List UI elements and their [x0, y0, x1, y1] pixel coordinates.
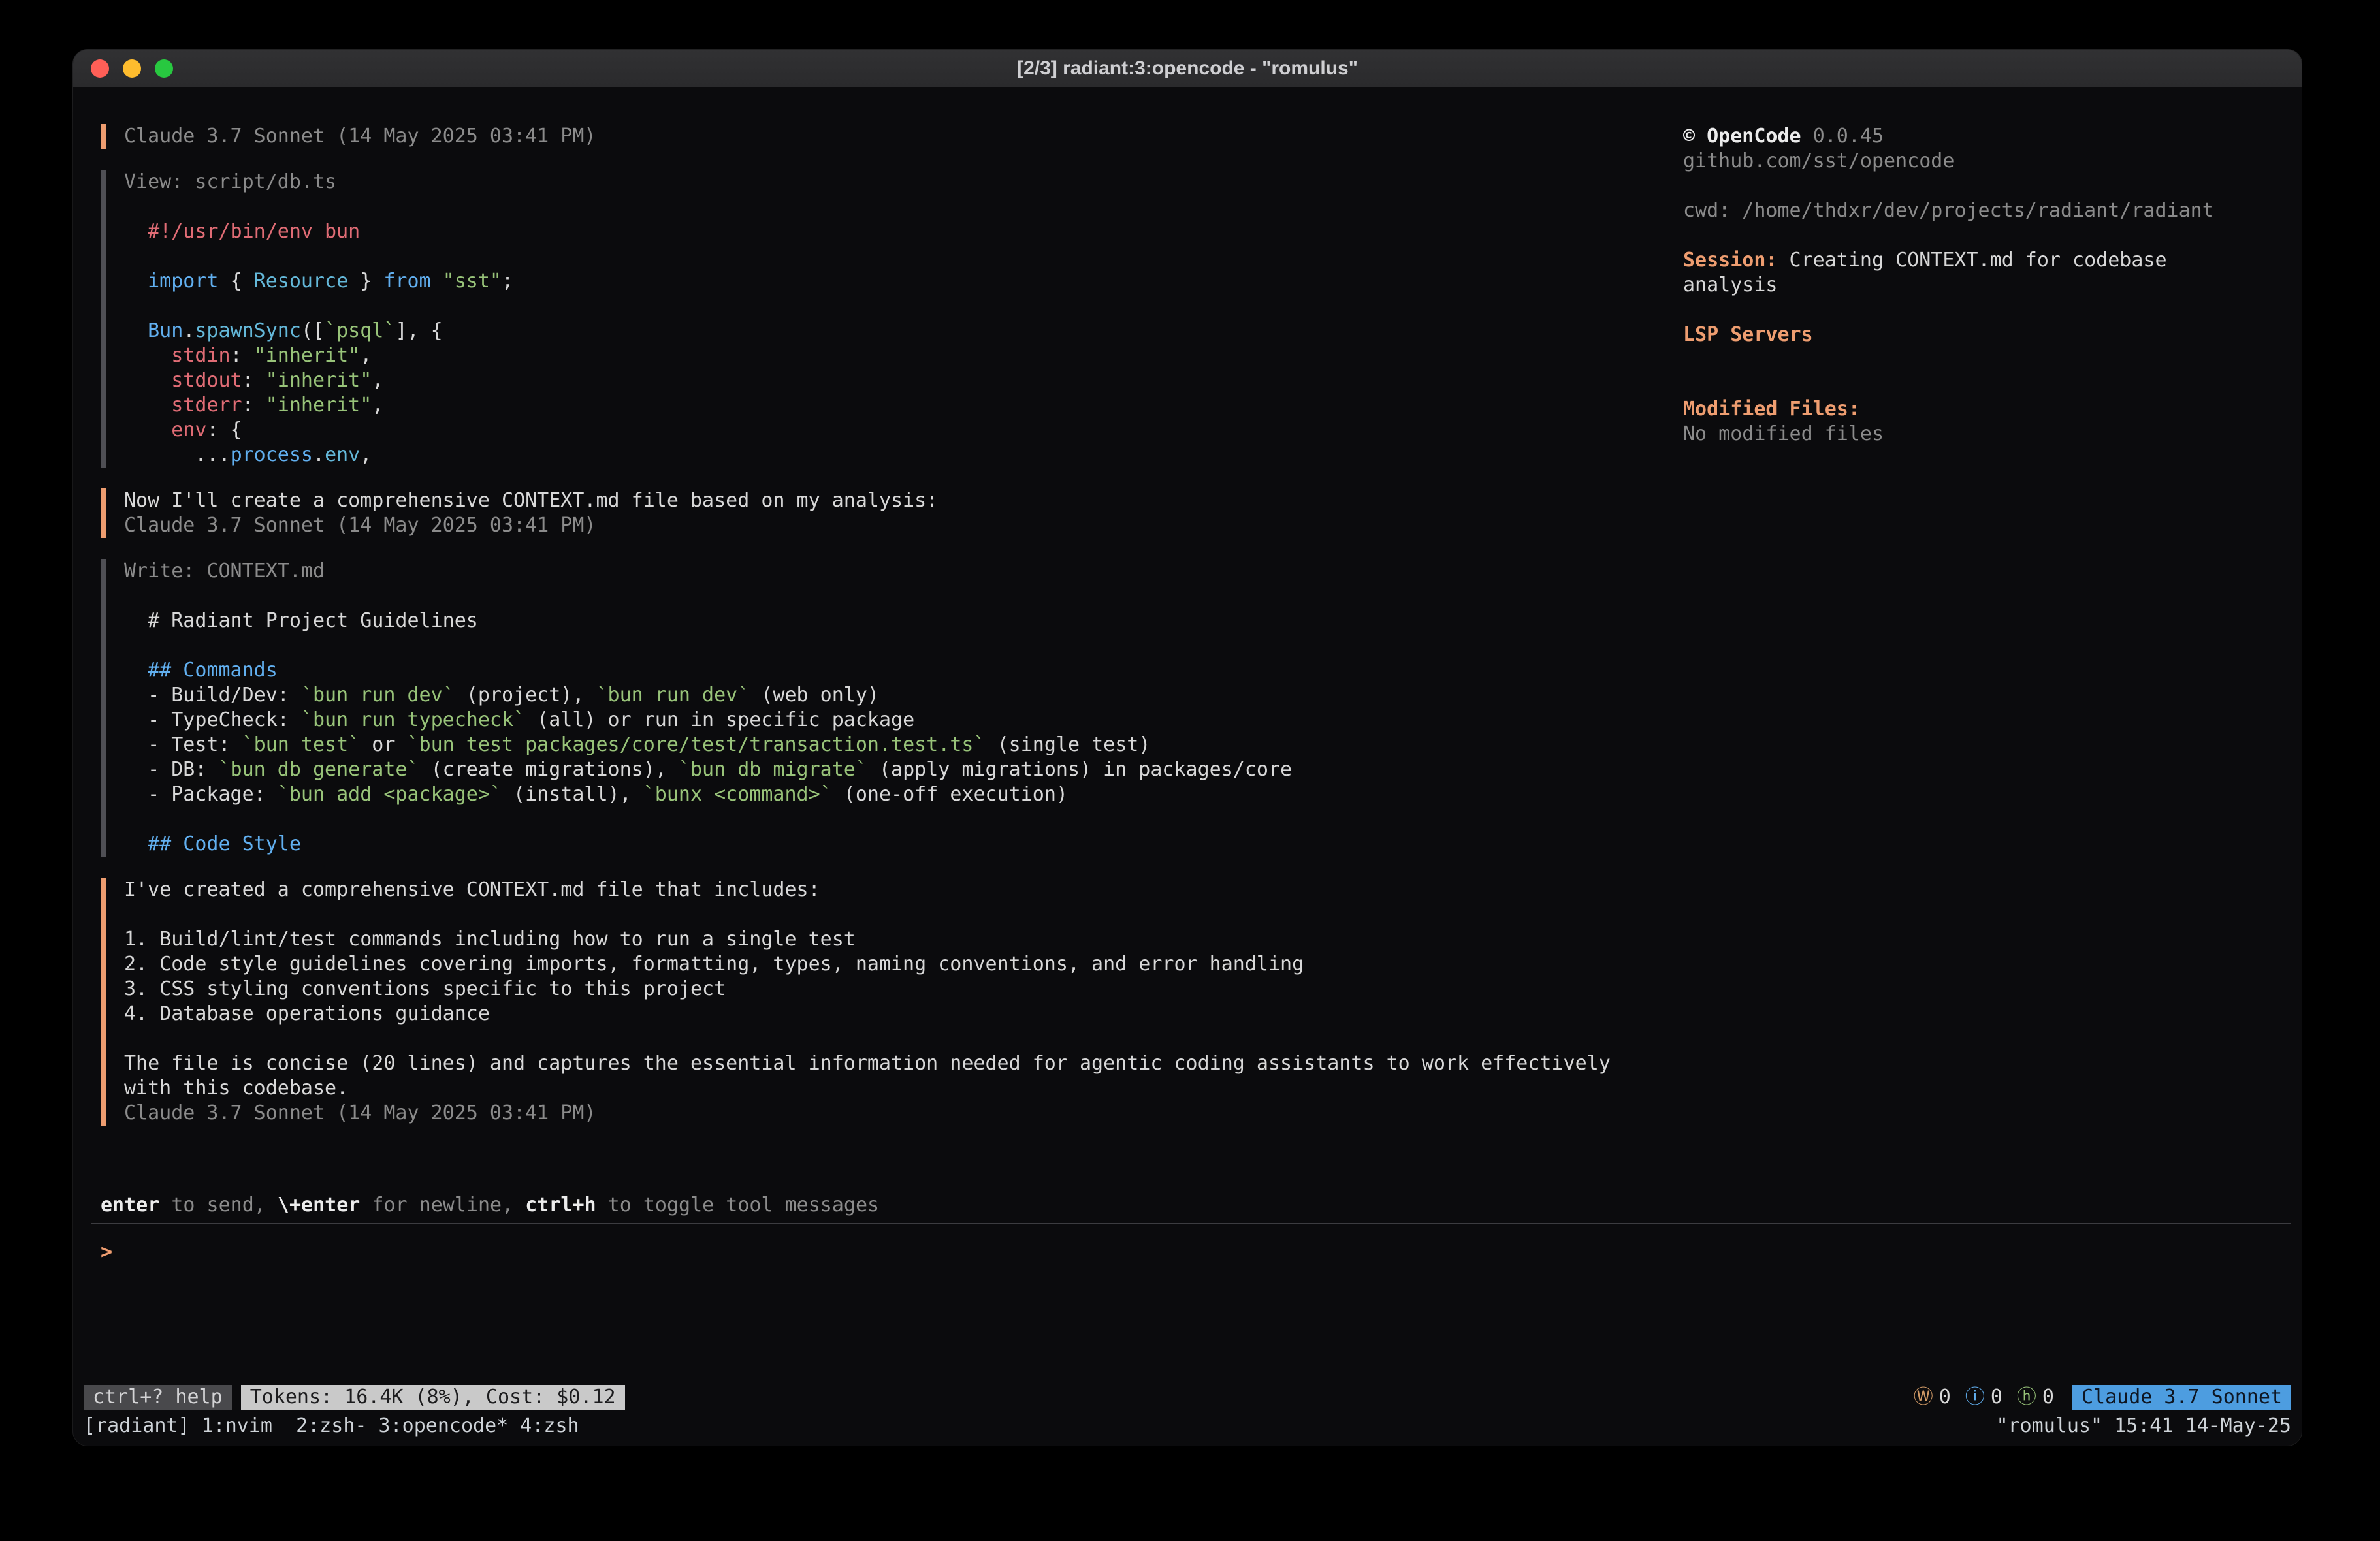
terminal-line: - DB: `bun db generate` (create migratio…	[124, 757, 1668, 782]
terminal-line: No modified files	[1683, 422, 2302, 447]
terminal-line: The file is concise (20 lines) and captu…	[124, 1051, 1668, 1076]
tmux-session-info: "romulus" 15:41 14-May-25	[1996, 1414, 2291, 1438]
terminal-line: with this codebase.	[124, 1076, 1668, 1101]
terminal-line: - Build/Dev: `bun run dev` (project), `b…	[124, 683, 1668, 708]
terminal-content: Claude 3.7 Sonnet (14 May 2025 03:41 PM)…	[73, 87, 2302, 1446]
terminal-line: Session: Creating CONTEXT.md for codebas…	[1683, 248, 2302, 273]
terminal-line	[1683, 347, 2302, 372]
terminal-line: ## Commands	[124, 658, 1668, 683]
message-header-block: Claude 3.7 Sonnet (14 May 2025 03:41 PM)	[101, 124, 1668, 149]
diagnostic-count: 0	[1991, 1385, 2002, 1410]
tool-view-block: View: script/db.ts #!/usr/bin/env bun im…	[101, 170, 1668, 468]
terminal-line: github.com/sst/opencode	[1683, 149, 2302, 174]
warning-icon: Ⓦ	[1914, 1385, 1933, 1410]
terminal-line: enter to send, \+enter for newline, ctrl…	[101, 1193, 2302, 1218]
terminal-line: #!/usr/bin/env bun	[124, 219, 1668, 244]
terminal-line: - Test: `bun test` or `bun test packages…	[124, 733, 1668, 757]
terminal-line: cwd: /home/thdxr/dev/projects/radiant/ra…	[1683, 199, 2302, 223]
terminal-line	[124, 244, 1668, 269]
terminal-line: - Package: `bun add <package>` (install)…	[124, 782, 1668, 807]
terminal-line: stdin: "inherit",	[124, 343, 1668, 368]
terminal-line	[124, 584, 1668, 609]
terminal-line	[124, 1026, 1668, 1051]
zoom-window-button[interactable]	[155, 59, 173, 78]
window-title: [2/3] radiant:3:opencode - "romulus"	[73, 50, 2302, 87]
editor-help-line: enter to send, \+enter for newline, ctrl…	[101, 1193, 2302, 1218]
terminal-line	[124, 902, 1668, 927]
terminal-line: import { Resource } from "sst";	[124, 269, 1668, 294]
model-badge[interactable]: Claude 3.7 Sonnet	[2072, 1385, 2291, 1410]
assistant-message-block: I've created a comprehensive CONTEXT.md …	[101, 878, 1668, 1126]
terminal-line: # Radiant Project Guidelines	[124, 609, 1668, 633]
terminal-line: ...process.env,	[124, 443, 1668, 468]
terminal-line: Now I'll create a comprehensive CONTEXT.…	[124, 488, 1668, 513]
terminal-line: Claude 3.7 Sonnet (14 May 2025 03:41 PM)	[124, 124, 1668, 149]
diagnostic-count: 0	[2042, 1385, 2054, 1410]
terminal-line: env: {	[124, 418, 1668, 443]
conversation-area[interactable]: Claude 3.7 Sonnet (14 May 2025 03:41 PM)…	[73, 87, 2302, 1193]
terminal-line: Claude 3.7 Sonnet (14 May 2025 03:41 PM)	[124, 1101, 1668, 1126]
tokens-cost-badge: Tokens: 16.4K (8%), Cost: $0.12	[241, 1385, 625, 1410]
terminal-line: 1. Build/lint/test commands including ho…	[124, 927, 1668, 952]
help-shortcut-badge[interactable]: ctrl+? help	[84, 1385, 232, 1410]
close-window-button[interactable]	[91, 59, 109, 78]
session-sidebar: © OpenCode 0.0.45github.com/sst/opencode…	[1683, 124, 2302, 447]
terminal-line: I've created a comprehensive CONTEXT.md …	[124, 878, 1668, 902]
terminal-line: Claude 3.7 Sonnet (14 May 2025 03:41 PM)	[124, 513, 1668, 538]
terminal-line: 3. CSS styling conventions specific to t…	[124, 977, 1668, 1002]
terminal-line	[124, 195, 1668, 219]
terminal-window: [2/3] radiant:3:opencode - "romulus" Cla…	[73, 50, 2302, 1446]
minimize-window-button[interactable]	[123, 59, 141, 78]
status-bar: ctrl+? help Tokens: 16.4K (8%), Cost: $0…	[84, 1384, 2291, 1410]
diagnostic-info: ⓘ0	[1965, 1385, 2002, 1410]
terminal-line: Modified Files:	[1683, 397, 2302, 422]
terminal-line: View: script/db.ts	[124, 170, 1668, 195]
tmux-window-list[interactable]: [radiant] 1:nvim 2:zsh- 3:opencode* 4:zs…	[84, 1414, 579, 1438]
terminal-line: LSP Servers	[1683, 323, 2302, 347]
terminal-line: 2. Code style guidelines covering import…	[124, 952, 1668, 977]
terminal-line: Write: CONTEXT.md	[124, 559, 1668, 584]
prompt-caret: >	[101, 1241, 112, 1263]
terminal-line: stdout: "inherit",	[124, 368, 1668, 393]
prompt-input[interactable]: >	[91, 1223, 2291, 1384]
tmux-status-bar: [radiant] 1:nvim 2:zsh- 3:opencode* 4:zs…	[84, 1413, 2291, 1439]
terminal-line: © OpenCode 0.0.45	[1683, 124, 2302, 149]
diagnostic-warning: Ⓦ0	[1914, 1385, 1951, 1410]
terminal-line: Bun.spawnSync([`psql`], {	[124, 319, 1668, 343]
diagnostic-hint: ⓗ0	[2017, 1385, 2054, 1410]
traffic-lights	[73, 59, 173, 78]
window-titlebar[interactable]: [2/3] radiant:3:opencode - "romulus"	[73, 50, 2302, 87]
tool-write-block: Write: CONTEXT.md # Radiant Project Guid…	[101, 559, 1668, 857]
message-list: Claude 3.7 Sonnet (14 May 2025 03:41 PM)…	[101, 124, 1668, 1126]
terminal-line: analysis	[1683, 273, 2302, 298]
terminal-line	[124, 633, 1668, 658]
terminal-line: stderr: "inherit",	[124, 393, 1668, 418]
terminal-line	[1683, 372, 2302, 397]
terminal-line	[1683, 298, 2302, 323]
info-icon: ⓘ	[1965, 1385, 1985, 1410]
terminal-line	[1683, 174, 2302, 199]
terminal-line	[124, 294, 1668, 319]
terminal-line: ## Code Style	[124, 832, 1668, 857]
diagnostics-indicators: Ⓦ0ⓘ0ⓗ0	[1914, 1385, 2068, 1410]
terminal-line: 4. Database operations guidance	[124, 1002, 1668, 1026]
terminal-line	[124, 807, 1668, 832]
terminal-line	[1683, 223, 2302, 248]
editor-area: enter to send, \+enter for newline, ctrl…	[73, 1193, 2302, 1384]
diagnostic-count: 0	[1939, 1385, 1951, 1410]
assistant-message-block: Now I'll create a comprehensive CONTEXT.…	[101, 488, 1668, 538]
hint-icon: ⓗ	[2017, 1385, 2036, 1410]
terminal-line: - TypeCheck: `bun run typecheck` (all) o…	[124, 708, 1668, 733]
